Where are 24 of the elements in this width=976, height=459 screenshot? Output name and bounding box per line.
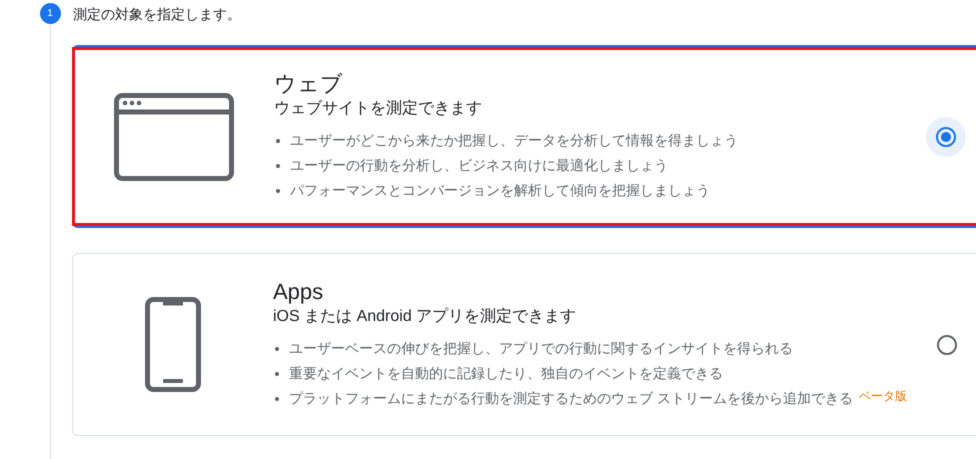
smartphone-icon <box>145 297 201 392</box>
step-number: 1 <box>40 3 60 24</box>
step-title: 測定の対象を指定します。 <box>72 5 242 24</box>
option-card[interactable]: Apps iOS または Android アプリを測定できます ユーザーベースの伸びを把握し、アプリでの行動に関するインサイトを得られる 重要なイベントを自動的に記録したり、独自のイベントを定義できる プラットフォームにまたがる行動を測定するためのウェブ ストリームを後から追加できる ベータ版 <box>72 253 976 436</box>
option-subtitle: iOS または Android アプリを測定できます <box>273 306 578 327</box>
browser-window-icon <box>114 92 234 180</box>
bullet-icon <box>276 138 280 142</box>
feature-text: ユーザーベースの伸びを把握し、アプリでの行動に関するインサイトを得られる <box>289 339 793 358</box>
radio-button[interactable] <box>926 116 966 156</box>
feature-text: パフォーマンスとコンバージョンを解析して傾向を把握しましょう <box>290 181 710 200</box>
bullet-icon <box>275 346 279 350</box>
option-title: Apps <box>273 278 324 306</box>
bullet-icon <box>275 396 279 400</box>
option-title: ウェブ <box>274 70 344 98</box>
option-subtitle: ウェブサイトを測定できます <box>274 98 483 119</box>
beta-label: ベータ版 <box>858 388 907 405</box>
option-card[interactable]: ウェブ ウェブサイトを測定できます ユーザーがどこから来たか把握し、データを分析して情報を得ましょう ユーザーの行動を分析し、ビジネス向けに最適化しましょう パフォーマンスとコンバージョンを解析して傾向を把握しましょう <box>72 45 976 228</box>
feature-text: ユーザーがどこから来たか把握し、データを分析して情報を得ましょう <box>290 131 738 150</box>
bullet-icon <box>275 372 279 376</box>
feature-text: プラットフォームにまたがる行動を測定するためのウェブ ストリームを後から追加できる <box>289 389 853 408</box>
bullet-icon <box>276 164 280 168</box>
bullet-icon <box>276 188 280 192</box>
feature-text: ユーザーの行動を分析し、ビジネス向けに最適化しましょう <box>290 156 668 175</box>
feature-text: 重要なイベントを自動的に記録したり、独自のイベントを定義できる <box>289 364 723 383</box>
